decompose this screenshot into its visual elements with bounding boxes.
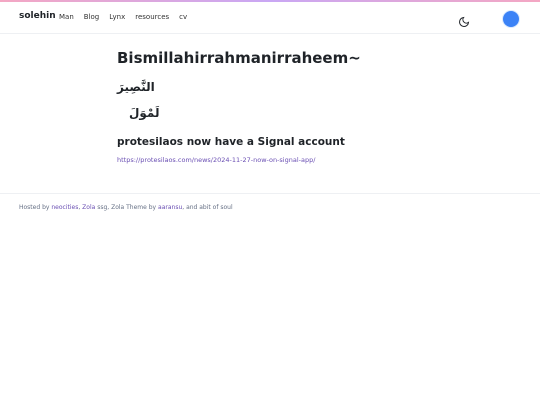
nav-item-blog[interactable]: Blog <box>84 13 99 21</box>
nav-item-lynx[interactable]: Lynx <box>109 13 125 21</box>
footer-comma: , <box>78 204 81 211</box>
nav-item-man[interactable]: Man <box>59 13 74 21</box>
site-header: solehin Man Blog Lynx resources cv <box>0 2 540 34</box>
post-title: protesilaos now have a Signal account <box>117 136 345 148</box>
nav-item-resources[interactable]: resources <box>135 13 169 21</box>
neocities-link[interactable]: neocities <box>51 204 78 211</box>
footer-middle: ssg, Zola Theme by <box>97 204 157 211</box>
site-brand[interactable]: solehin <box>19 11 56 21</box>
footer-prefix: Hosted by <box>19 204 50 211</box>
avatar[interactable] <box>503 11 519 27</box>
moon-icon[interactable] <box>458 13 470 27</box>
site-footer: Hosted by neocities, Zola ssg, Zola Them… <box>0 193 540 223</box>
page-title: Bismillahirrahmanirraheem~ <box>117 49 361 67</box>
post-link[interactable]: https://protesilaos.com/news/2024-11-27-… <box>117 156 447 164</box>
arabic-text-2: لَمْوَلَ <box>129 106 160 120</box>
arabic-text-1: النَّصِيرَ <box>117 80 155 94</box>
nav-item-cv[interactable]: cv <box>179 13 187 21</box>
main-nav: Man Blog Lynx resources cv <box>59 13 197 21</box>
aaransu-link[interactable]: aaransu <box>158 204 182 211</box>
zola-link[interactable]: Zola <box>82 204 95 211</box>
main-content: Bismillahirrahmanirraheem~ النَّصِيرَ لَ… <box>117 48 447 164</box>
footer-credits: Hosted by neocities, Zola ssg, Zola Them… <box>19 204 233 211</box>
footer-suffix: , and abit of soul <box>182 204 233 211</box>
